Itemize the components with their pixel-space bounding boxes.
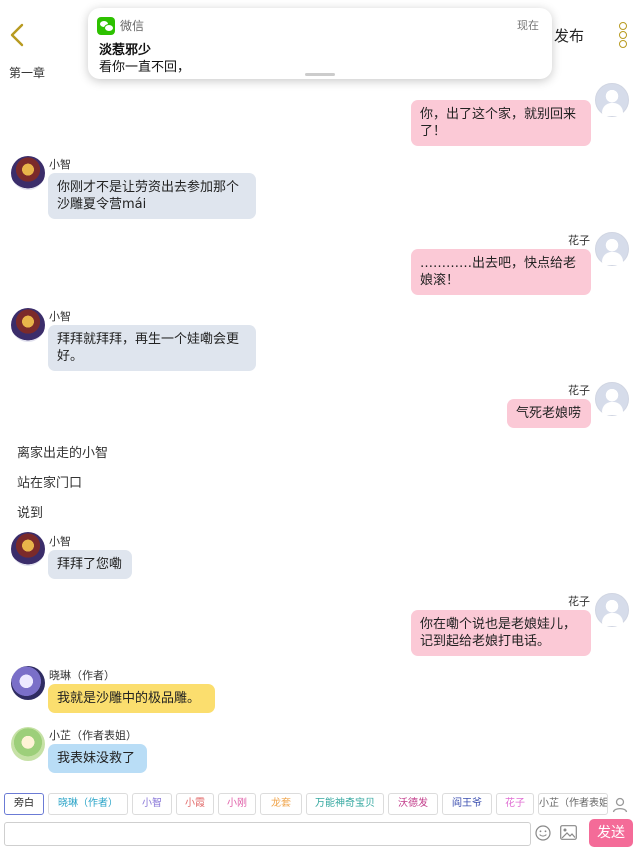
emoji-icon[interactable] — [535, 825, 551, 841]
message-input[interactable] — [4, 822, 531, 846]
narration-text: 站在家门口 — [17, 476, 83, 491]
narration-text: 说到 — [17, 506, 44, 521]
character-chip[interactable]: 小智 — [132, 793, 172, 815]
avatar[interactable] — [595, 382, 629, 416]
character-chip[interactable]: 小芷（作者表姐） — [538, 793, 608, 815]
image-icon[interactable] — [560, 825, 577, 840]
character-chip[interactable]: 沃德发 — [388, 793, 438, 815]
narration-text: 离家出走的小智 — [17, 446, 109, 461]
notification-body: 看你一直不回， — [99, 60, 191, 75]
notification-handle[interactable] — [305, 73, 335, 76]
character-chip[interactable]: 小刚 — [218, 793, 256, 815]
message-bubble: 我就是沙雕中的极品雕。 — [48, 684, 215, 713]
user-icon[interactable] — [611, 796, 629, 814]
speaker-name: 小智 — [49, 158, 71, 171]
speaker-name: 花子 — [568, 595, 590, 608]
message-bubble: 你刚才不是让劳资出去参加那个沙雕夏令营mái — [48, 173, 256, 219]
chevron-left-icon — [10, 23, 24, 47]
avatar[interactable] — [595, 593, 629, 627]
composer: 发送 — [0, 818, 640, 853]
chapter-label: 第一章 — [9, 66, 46, 80]
avatar[interactable] — [595, 83, 629, 117]
character-chip[interactable]: 龙套 — [260, 793, 302, 815]
character-chip[interactable]: 晓琳（作者） — [48, 793, 128, 815]
speaker-name: 小芷（作者表姐） — [49, 729, 137, 742]
message-bubble: 你在嘞个说也是老娘娃儿，记到起给老娘打电话。 — [411, 610, 591, 656]
speaker-name: 花子 — [568, 234, 590, 247]
character-selector: 旁白 晓琳（作者） 小智 小霞 小刚 龙套 万能神奇宝贝 沃德发 阎王爷 花子 … — [0, 790, 640, 818]
avatar[interactable] — [11, 156, 45, 190]
message-bubble: 拜拜就拜拜，再生一个娃嘞会更好。 — [48, 325, 256, 371]
more-options-icon[interactable] — [619, 22, 629, 48]
message-bubble: 我表妹没救了 — [48, 744, 147, 773]
publish-button[interactable]: 发布 — [554, 25, 584, 46]
notification-app-name: 微信 — [120, 19, 145, 33]
send-button[interactable]: 发送 — [589, 819, 633, 847]
message-bubble: 你，出了这个家，就别回来了！ — [411, 100, 591, 146]
speaker-name: 小智 — [49, 535, 71, 548]
character-chip[interactable]: 花子 — [496, 793, 534, 815]
speaker-name: 花子 — [568, 384, 590, 397]
character-chip[interactable]: 小霞 — [176, 793, 214, 815]
wechat-icon — [97, 17, 115, 35]
character-chip[interactable]: 旁白 — [4, 793, 44, 815]
avatar[interactable] — [11, 727, 45, 761]
avatar[interactable] — [595, 232, 629, 266]
avatar[interactable] — [11, 308, 45, 342]
character-chip[interactable]: 万能神奇宝贝 — [306, 793, 384, 815]
message-bubble: 拜拜了您嘞 — [48, 550, 132, 579]
speaker-name: 晓琳（作者） — [49, 669, 115, 682]
wechat-notification[interactable]: 微信 现在 淡惹邪少 看你一直不回， — [88, 8, 552, 79]
back-button[interactable] — [6, 20, 30, 50]
notification-time: 现在 — [517, 19, 539, 32]
character-chip[interactable]: 阎王爷 — [442, 793, 492, 815]
message-bubble: …………出去吧，快点给老娘滚！ — [411, 249, 591, 295]
message-bubble: 气死老娘唠 — [507, 399, 591, 428]
speaker-name: 小智 — [49, 310, 71, 323]
avatar[interactable] — [11, 666, 45, 700]
avatar[interactable] — [11, 532, 45, 566]
